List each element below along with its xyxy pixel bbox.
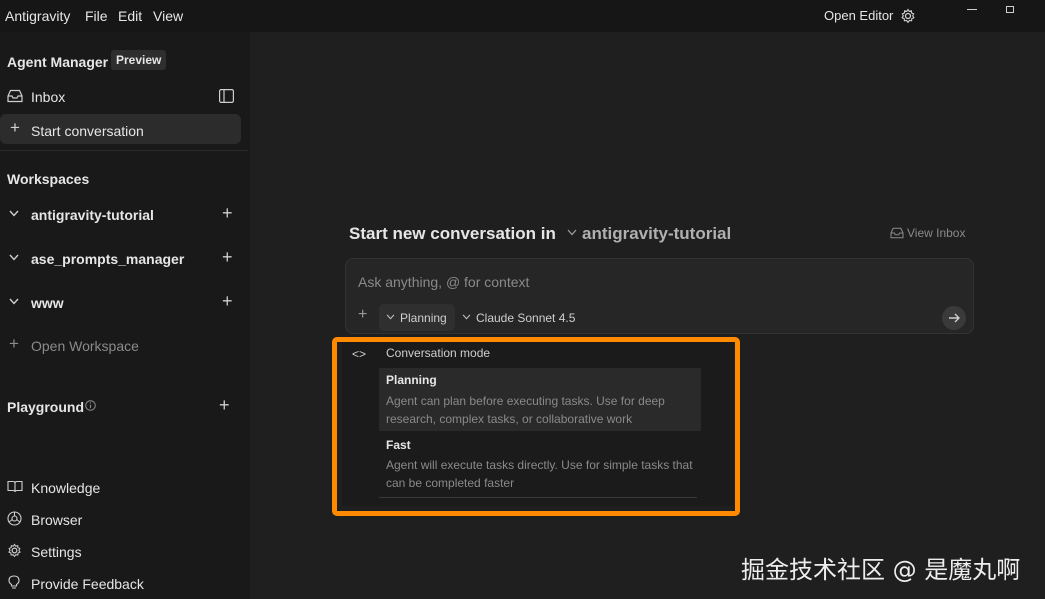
workspace-item-www[interactable]: www xyxy=(31,295,64,311)
lightbulb-icon xyxy=(8,575,20,589)
add-workspace-conversation-icon[interactable]: + xyxy=(222,203,233,224)
title-bar: Antigravity File Edit View Open Editor xyxy=(0,0,1045,32)
chevron-down-icon[interactable] xyxy=(567,229,577,236)
chevron-down-icon[interactable] xyxy=(9,298,19,305)
toggle-sidebar-icon[interactable] xyxy=(219,89,234,103)
preview-badge: Preview xyxy=(111,50,167,70)
watermark: 掘金技术社区 @ 是魔丸啊 xyxy=(741,556,1021,584)
open-editor-button[interactable]: Open Editor xyxy=(824,8,893,23)
chevron-down-icon[interactable] xyxy=(9,254,19,261)
chevron-down-icon[interactable] xyxy=(462,314,471,320)
workspace-item-ase-prompts-manager[interactable]: ase_prompts_manager xyxy=(31,251,184,267)
app-name: Antigravity xyxy=(5,8,71,24)
restore-icon[interactable] xyxy=(1006,6,1014,13)
add-workspace-conversation-icon[interactable]: + xyxy=(222,247,233,268)
mode-selector[interactable]: Planning xyxy=(400,311,447,325)
agent-manager-title: Agent Manager xyxy=(7,54,109,70)
view-inbox-link[interactable]: View Inbox xyxy=(907,226,965,240)
menu-edit[interactable]: Edit xyxy=(118,8,142,24)
info-icon[interactable] xyxy=(85,400,96,411)
menu-file[interactable]: File xyxy=(85,8,108,24)
minimize-icon[interactable] xyxy=(967,9,977,10)
workspace-item-antigravity-tutorial[interactable]: antigravity-tutorial xyxy=(31,207,154,223)
browser-icon xyxy=(7,511,22,526)
gear-icon[interactable] xyxy=(900,8,916,24)
sidebar-item-knowledge[interactable]: Knowledge xyxy=(31,480,100,496)
inbox-icon xyxy=(890,227,904,239)
prompt-input[interactable]: Ask anything, @ for context xyxy=(358,274,529,290)
heading-prefix: Start new conversation in xyxy=(349,224,556,243)
menu-view[interactable]: View xyxy=(153,8,183,24)
start-conversation-button[interactable]: Start conversation xyxy=(31,123,144,139)
add-playground-icon[interactable]: + xyxy=(219,395,230,416)
send-button[interactable] xyxy=(942,306,966,330)
sidebar-item-settings[interactable]: Settings xyxy=(31,544,82,560)
sidebar-item-browser[interactable]: Browser xyxy=(31,512,82,528)
settings-icon xyxy=(8,543,21,558)
workspace-selector[interactable]: antigravity-tutorial xyxy=(582,224,731,244)
chevron-down-icon[interactable] xyxy=(9,210,19,217)
open-workspace-button[interactable]: Open Workspace xyxy=(31,338,139,354)
plus-icon: + xyxy=(9,334,19,353)
arrow-right-icon xyxy=(949,313,960,323)
sidebar-divider xyxy=(0,150,248,151)
plus-icon: + xyxy=(10,118,20,137)
inbox-icon xyxy=(7,89,23,103)
add-workspace-conversation-icon[interactable]: + xyxy=(222,291,233,312)
workspaces-header: Workspaces xyxy=(7,171,90,187)
add-context-icon[interactable]: + xyxy=(358,306,367,324)
book-icon xyxy=(7,480,23,493)
chevron-down-icon[interactable] xyxy=(386,314,395,320)
highlight-annotation-box xyxy=(332,337,740,516)
sidebar-item-inbox[interactable]: Inbox xyxy=(31,89,65,105)
sidebar-item-provide-feedback[interactable]: Provide Feedback xyxy=(31,576,144,592)
model-selector[interactable]: Claude Sonnet 4.5 xyxy=(476,311,575,325)
playground-header[interactable]: Playground xyxy=(7,399,84,415)
